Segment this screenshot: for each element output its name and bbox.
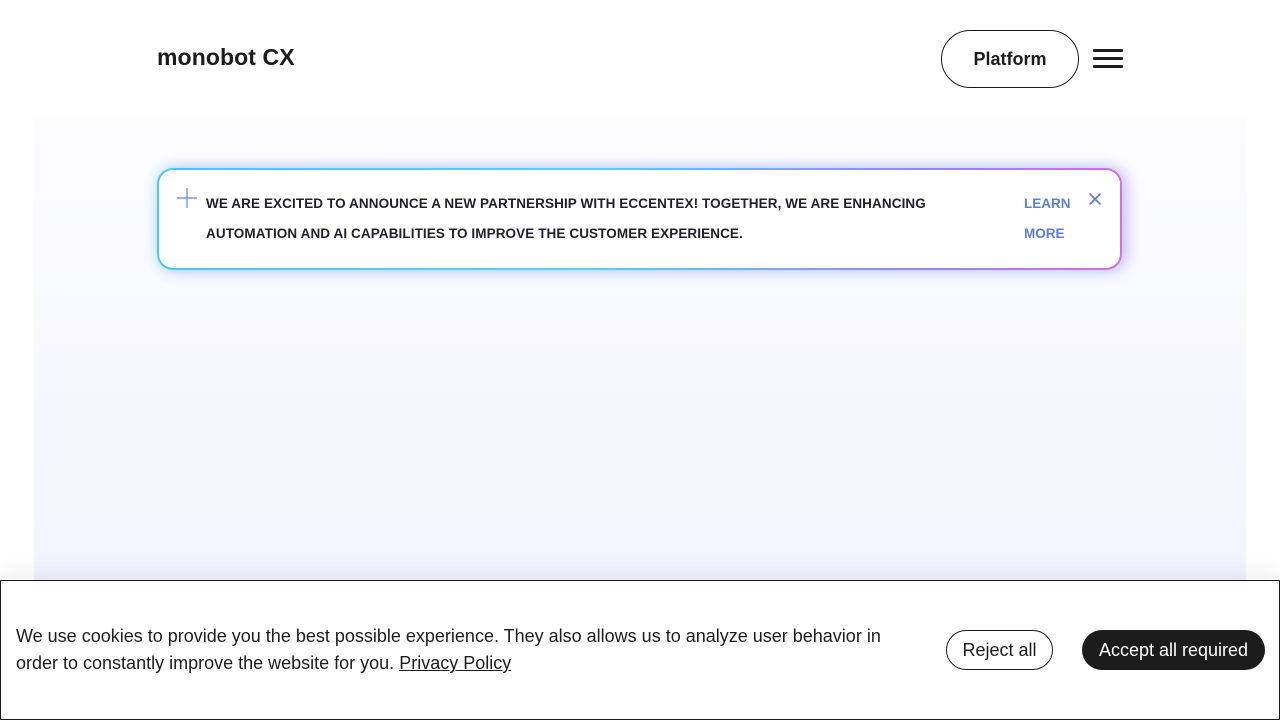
reject-all-button[interactable]: Reject all xyxy=(946,630,1053,670)
sparkle-icon xyxy=(177,188,197,208)
announcement-text: WE ARE EXCITED TO ANNOUNCE A NEW PARTNER… xyxy=(206,196,926,241)
cookie-message: We use cookies to provide you the best p… xyxy=(16,623,926,677)
privacy-policy-link[interactable]: Privacy Policy xyxy=(399,653,511,673)
announcement-banner: WE ARE EXCITED TO ANNOUNCE A NEW PARTNER… xyxy=(157,168,1122,270)
site-header: monobot CX Platform xyxy=(0,0,1280,118)
platform-button[interactable]: Platform xyxy=(941,30,1079,88)
close-icon[interactable] xyxy=(1088,192,1102,206)
learn-more-link[interactable]: LEARN MORE xyxy=(1024,189,1084,249)
accept-all-required-button[interactable]: Accept all required xyxy=(1082,630,1265,670)
hamburger-menu-icon[interactable] xyxy=(1093,48,1123,70)
announcement-content: WE ARE EXCITED TO ANNOUNCE A NEW PARTNER… xyxy=(159,170,1120,268)
logo[interactable]: monobot CX xyxy=(157,44,295,71)
cookie-banner: We use cookies to provide you the best p… xyxy=(0,580,1280,720)
page: monobot CX Platform WE ARE EXCITED TO AN… xyxy=(0,0,1280,720)
